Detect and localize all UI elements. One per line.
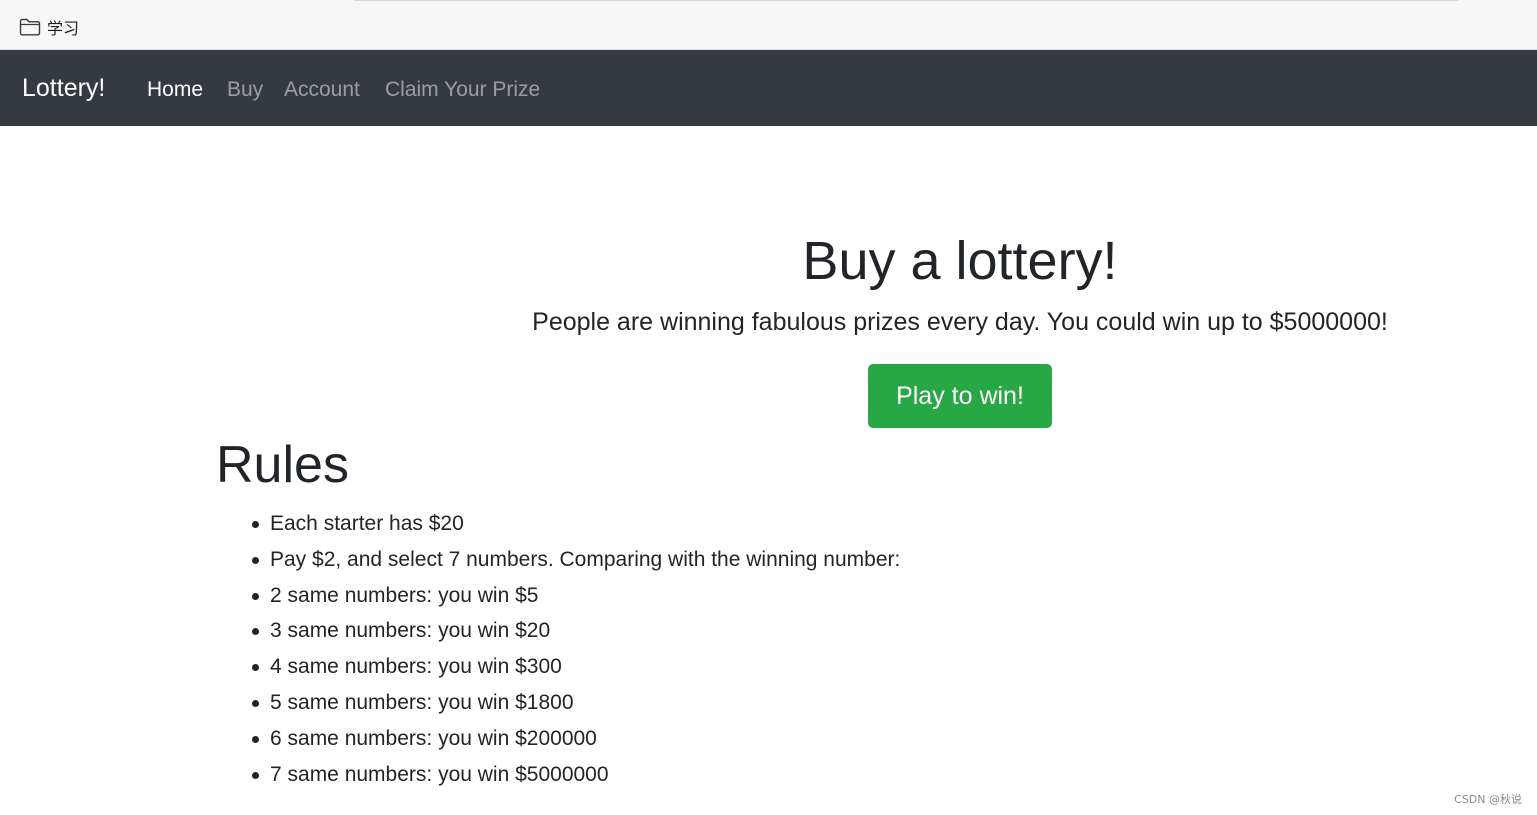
bookmark-folder-label: 学习 — [47, 19, 80, 38]
list-item: Each starter has $20 — [252, 506, 900, 542]
jumbotron-title: Buy a lottery! — [802, 231, 1118, 291]
nav-link-home[interactable]: Home — [147, 77, 203, 103]
nav-link-buy[interactable]: Buy — [227, 77, 263, 103]
list-item: Pay $2, and select 7 numbers. Comparing … — [252, 542, 901, 578]
rules-heading: Rules — [216, 436, 349, 494]
navbar: Lottery! Home Buy Account Claim Your Pri… — [0, 50, 1537, 126]
bookmarks-bar: 学习 — [0, 0, 1537, 50]
rule-text: 5 same numbers: you win $1800 — [270, 690, 574, 714]
navbar-brand[interactable]: Lottery! — [22, 73, 105, 103]
list-item: 3 same numbers: you win $20 — [252, 613, 900, 649]
rule-text: 6 same numbers: you win $200000 — [270, 726, 597, 750]
bullet-icon — [252, 556, 259, 564]
nav-link-claim-prize[interactable]: Claim Your Prize — [385, 77, 540, 103]
folder-icon — [19, 18, 41, 36]
rule-text: Pay $2, and select 7 numbers. Comparing … — [270, 547, 901, 571]
bullet-icon — [252, 664, 259, 672]
rules-list: Each starter has $20 Pay $2, and select … — [252, 506, 901, 793]
rule-text: 4 same numbers: you win $300 — [270, 655, 562, 679]
bullet-icon — [252, 771, 259, 779]
list-item: 2 same numbers: you win $5 — [252, 578, 900, 614]
rule-text: Each starter has $20 — [270, 512, 464, 535]
list-item: 4 same numbers: you win $300 — [252, 649, 900, 685]
jumbotron-lead: People are winning fabulous prizes every… — [532, 308, 1388, 336]
play-to-win-button[interactable]: Play to win! — [868, 364, 1052, 428]
list-item: 7 same numbers: you win $5000000 — [252, 757, 900, 793]
bookmarks-bar-divider — [354, 0, 1458, 1]
bullet-icon — [252, 592, 259, 600]
rule-text: 7 same numbers: you win $5000000 — [270, 762, 609, 786]
rule-text: 3 same numbers: you win $20 — [270, 619, 551, 643]
list-item: 6 same numbers: you win $200000 — [252, 721, 900, 757]
bullet-icon — [252, 699, 259, 707]
list-item: 5 same numbers: you win $1800 — [252, 685, 900, 721]
bullet-icon — [252, 735, 259, 743]
bullet-icon — [252, 628, 259, 636]
bookmark-folder[interactable]: 学习 — [19, 16, 79, 38]
bullet-icon — [252, 521, 259, 528]
rule-text: 2 same numbers: you win $5 — [270, 583, 539, 607]
nav-link-account[interactable]: Account — [284, 77, 360, 103]
watermark: CSDN @秋说 — [1454, 793, 1522, 806]
